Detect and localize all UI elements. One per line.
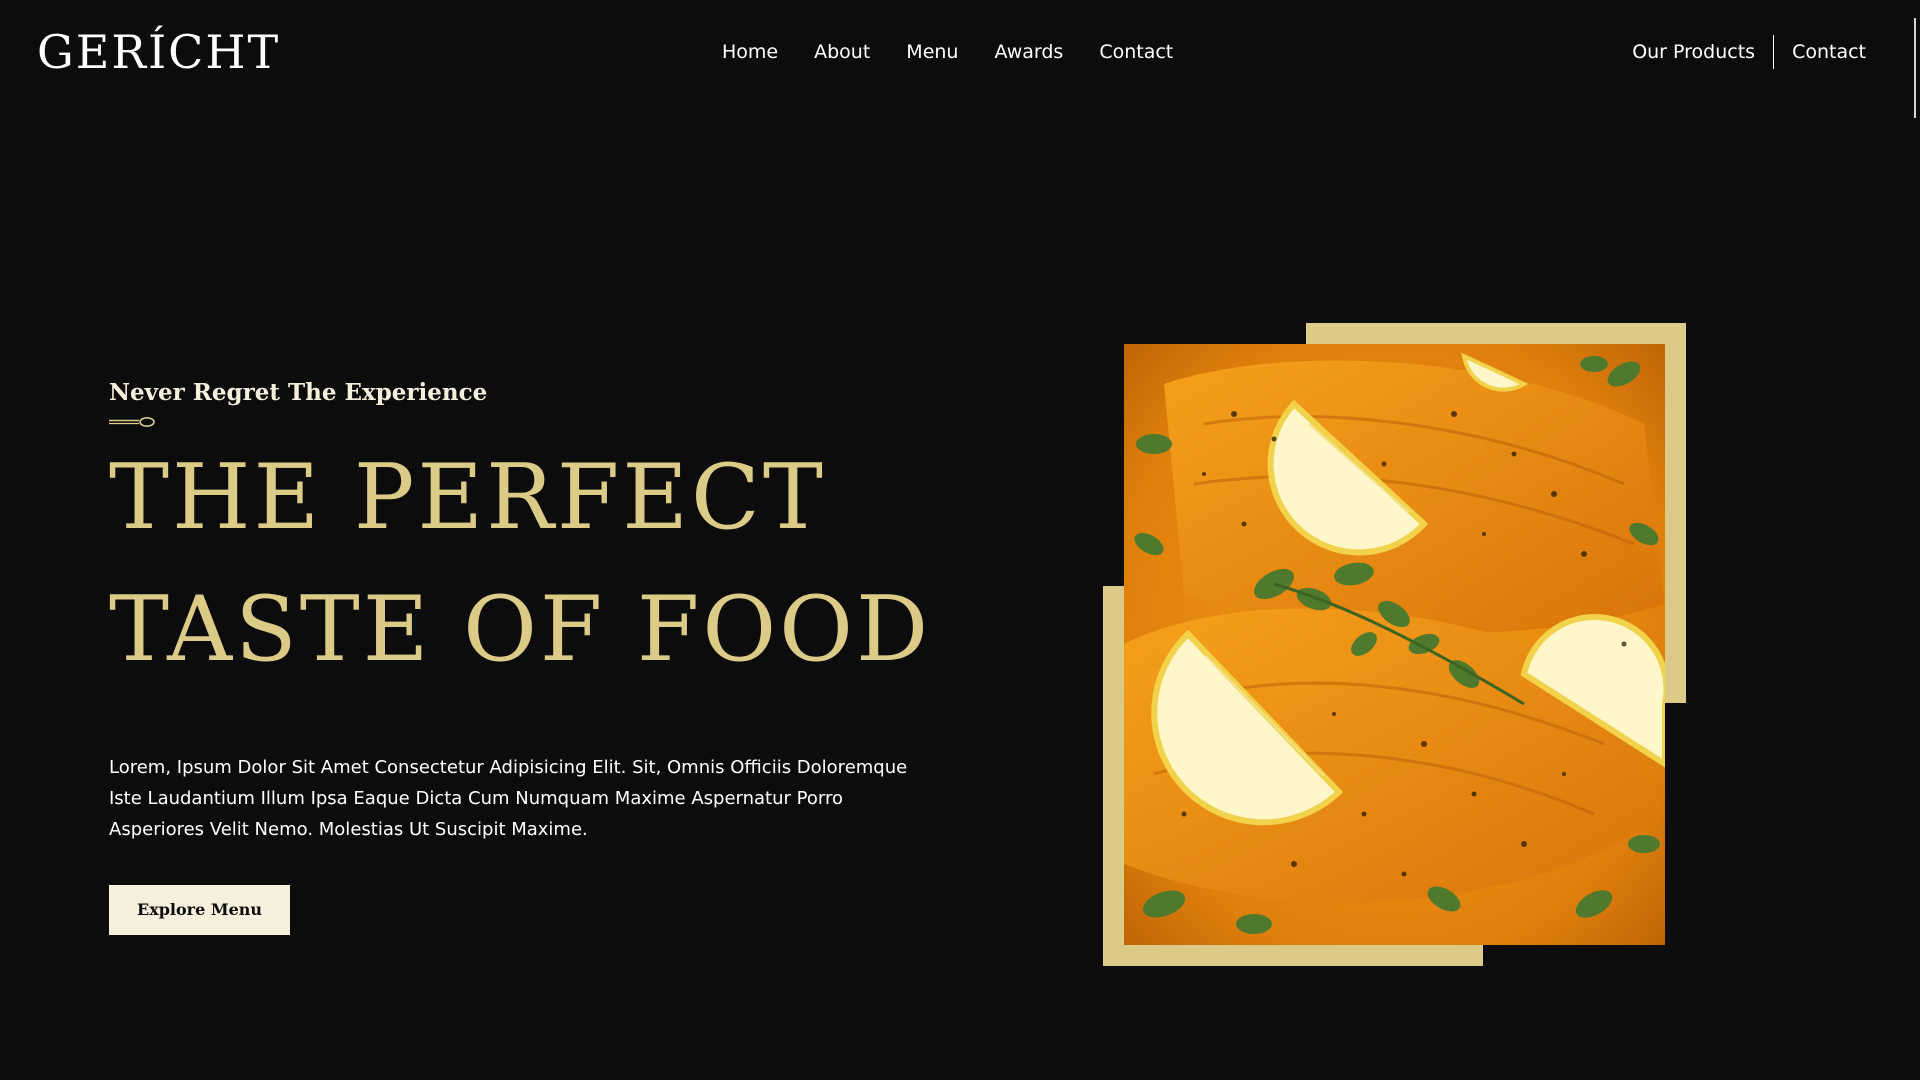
contact-link[interactable]: Contact bbox=[1792, 38, 1866, 66]
salmon-dish-illustration bbox=[1124, 344, 1665, 945]
hero-content: Never Regret The Experience THE PERFECT … bbox=[109, 376, 969, 935]
scrollbar-thumb[interactable] bbox=[1914, 18, 1916, 118]
our-products-link[interactable]: Our Products bbox=[1632, 38, 1755, 66]
nav-link-home[interactable]: Home bbox=[722, 38, 778, 66]
nav-divider bbox=[1773, 35, 1775, 69]
nav-right: Our Products Contact bbox=[1632, 34, 1866, 70]
hero-subtitle: Never Regret The Experience bbox=[109, 379, 488, 406]
hero-description: Lorem, Ipsum Dolor Sit Amet Consectetur … bbox=[109, 757, 908, 840]
nav-link-menu[interactable]: Menu bbox=[906, 38, 958, 66]
nav-links: Home About Menu Awards Contact bbox=[722, 38, 1209, 66]
nav-link-contact[interactable]: Contact bbox=[1099, 38, 1173, 66]
nav-link-awards[interactable]: Awards bbox=[994, 38, 1063, 66]
hero-headline: THE PERFECT TASTE OF FOOD bbox=[109, 432, 969, 696]
hero-headline-line1: THE PERFECT bbox=[109, 445, 826, 550]
nav-link-about[interactable]: About bbox=[814, 38, 870, 66]
hero-food-image bbox=[1124, 344, 1665, 945]
hero-headline-line2: TASTE OF FOOD bbox=[109, 577, 932, 682]
spoon-divider-icon bbox=[109, 417, 155, 427]
brand-logo[interactable]: GERÍCHT bbox=[37, 22, 280, 82]
navbar: GERÍCHT Home About Menu Awards Contact O… bbox=[0, 0, 1920, 104]
explore-menu-button[interactable]: Explore Menu bbox=[109, 885, 291, 935]
